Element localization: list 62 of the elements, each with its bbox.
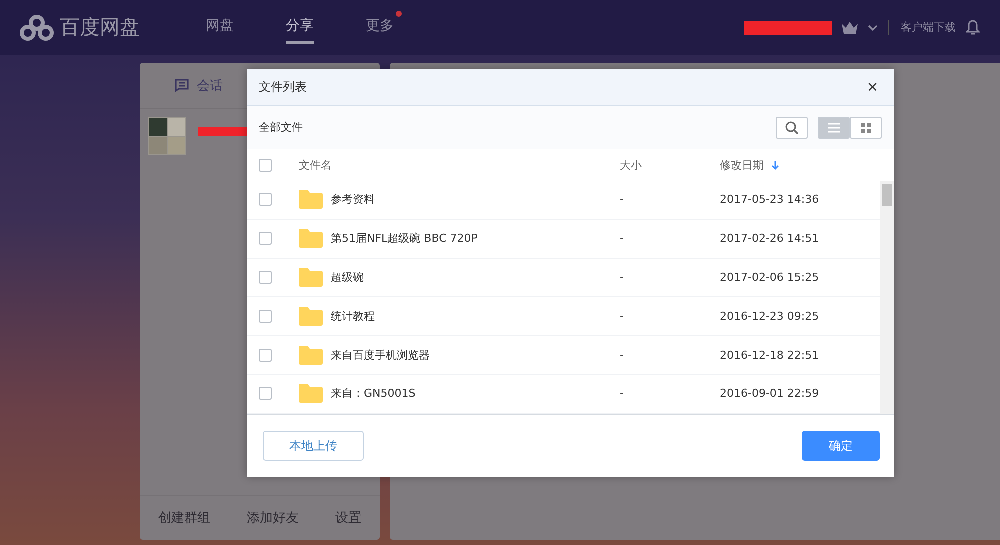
search-button[interactable] [776,116,808,138]
grid-view-button[interactable] [850,116,882,138]
cloud-logo-icon [20,14,54,40]
file-name[interactable]: 超级碗 [331,270,364,285]
folder-icon [299,384,323,404]
row-checkbox[interactable] [259,387,272,400]
chat-icon [175,79,189,92]
search-icon[interactable] [785,120,799,134]
file-name[interactable]: 参考资料 [331,192,375,208]
sort-down-arrow-icon[interactable] [772,160,779,170]
modified-date: 2017-02-26 14:51 [720,232,820,246]
column-header[interactable]: 修改日期 [720,158,764,172]
chevron-down-icon[interactable] [868,24,878,30]
list-view-button[interactable] [818,116,850,138]
file-size: - [620,348,625,362]
modified-date: 2016-09-01 22:59 [720,387,820,400]
column-header: 大小 [620,158,643,172]
row-checkbox[interactable] [259,232,272,246]
bell-icon[interactable] [966,20,980,36]
column-header: 文件名 [299,158,333,172]
local-upload-button[interactable]: 本地上传 [263,431,364,461]
breadcrumb[interactable]: 全部文件 [259,120,303,135]
dialog-title: 文件列表 [259,78,307,96]
row-checkbox[interactable] [259,310,272,323]
confirm-button[interactable]: 确定 [802,431,880,461]
nav-tab[interactable]: 分享 [286,11,314,44]
nav-tab[interactable]: 网盘 [206,11,234,44]
row-checkbox[interactable] [259,270,272,284]
sidebar-action[interactable]: 设置 [336,509,362,527]
sidebar-action[interactable]: 添加好友 [246,509,299,527]
folder-icon [299,346,323,365]
scrollbar[interactable] [880,181,894,414]
row-checkbox[interactable] [259,348,272,362]
file-size: - [620,270,625,284]
modified-date: 2016-12-23 09:25 [720,310,820,323]
sidebar-action[interactable]: 创建群组 [158,509,210,527]
file-size: - [620,387,625,400]
crown-icon[interactable] [842,22,858,34]
list-icon[interactable] [828,122,840,132]
file-name[interactable]: 来自：GN5001S [331,386,416,402]
nav-tab[interactable]: 更多 [366,11,394,44]
modified-date: 2016-12-18 22:51 [720,348,820,362]
file-name[interactable]: 第51届NFL超级碗 BBC 720P [331,231,478,246]
file-size: - [620,193,625,206]
folder-icon [299,229,323,248]
folder-icon [299,268,323,287]
folder-icon [299,190,323,210]
modified-date: 2017-02-06 15:25 [720,270,820,284]
grid-icon[interactable] [861,122,871,132]
app-logo[interactable]: 百度网盘 [60,14,140,41]
file-size: - [620,310,625,323]
redacted-name [198,127,250,136]
row-checkbox[interactable] [259,193,272,206]
modified-date: 2017-05-23 14:36 [720,193,820,206]
group-avatar[interactable] [148,117,186,155]
close-button[interactable]: × [863,76,882,98]
file-name[interactable]: 统计教程 [331,308,375,324]
download-client-link[interactable]: 客户端下载 [888,20,956,35]
file-size: - [620,232,625,246]
folder-icon [299,306,323,326]
file-name[interactable]: 来自百度手机浏览器 [331,348,430,363]
select-all-checkbox[interactable] [259,158,272,172]
